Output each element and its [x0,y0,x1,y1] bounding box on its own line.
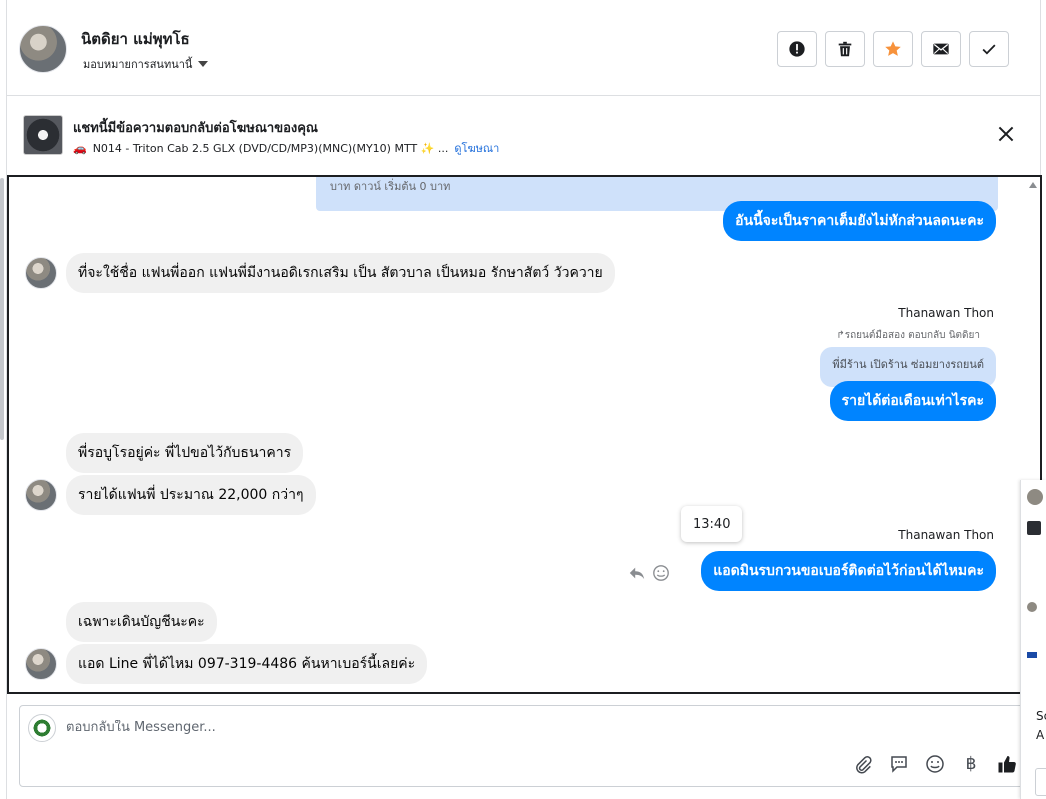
timestamp-tooltip: 13:40 [681,506,743,542]
payment-button[interactable]: ฿ [960,753,982,775]
side-panel-text: Sc [1036,709,1046,723]
ad-thumbnail[interactable] [23,115,63,155]
close-icon[interactable] [995,123,1017,145]
side-panel-avatar[interactable] [1027,489,1043,505]
contact-avatar-small [25,479,57,511]
envelope-icon [933,43,949,55]
mark-unread-button[interactable] [921,31,961,67]
car-icon: 🚗 [73,141,87,155]
right-divider [1040,0,1041,180]
thumbs-up-icon [998,756,1016,773]
baht-icon: ฿ [965,754,977,774]
conversation-thread[interactable]: บาท ดาวน์ เริ่มต้น 0 บาท อันนี้จะเป็นราค… [7,175,1042,694]
reply-input[interactable] [66,720,866,735]
incoming-message[interactable]: ที่จะใช้ชื่อ แฟนพี่ออก แฟนพี่มีงานอดิเรก… [66,253,615,293]
report-button[interactable] [777,31,817,67]
reply-arrow-icon: ↱ [836,330,845,341]
attach-button[interactable] [852,753,874,775]
ad-banner-title: แชทนี้มีข้อความตอบกลับต่อโฆษณาของคุณ [73,121,318,136]
conversation-header: นิตดิยา แม่พุทโธ มอบหมายการสนทนานี้ [7,0,1040,96]
emoji-icon [926,755,944,773]
contact-avatar[interactable] [19,25,67,73]
incoming-message[interactable]: แอด Line พี่ได้ไหม 097-319-4486 ค้นหาเบอ… [66,644,428,684]
assign-conversation-dropdown[interactable]: มอบหมายการสนทนานี้ [83,55,209,73]
trash-icon [838,41,852,57]
like-button[interactable] [996,753,1018,775]
reply-meta-text: รถยนต์มือสอง ตอบกลับ นิตดิยา [844,330,980,341]
mark-done-button[interactable] [969,31,1009,67]
ad-reply-banner: แชทนี้มีข้อความตอบกลับต่อโฆษณาของคุณ 🚗 N… [7,97,1040,173]
emoji-button[interactable] [924,753,946,775]
view-ad-link[interactable]: ดูโฆษณา [454,139,499,157]
sender-name: Thanawan Thon [898,528,994,542]
reply-composer: ฿ [19,705,1029,787]
saved-reply-icon [891,756,907,773]
side-panel-thumbnail[interactable] [1027,521,1041,535]
left-scrollbar[interactable] [0,178,4,440]
alert-icon [789,41,805,57]
side-panel-text: A [1036,728,1045,742]
star-button[interactable] [873,31,913,67]
outgoing-message[interactable]: แอดมินรบกวนขอเบอร์ติดต่อไว้ก่อนได้ไหมคะ [701,551,996,591]
delete-button[interactable] [825,31,865,67]
scroll-up-arrow-icon[interactable] [1029,182,1037,188]
contact-name[interactable]: นิตดิยา แม่พุทโธ [81,27,190,51]
paperclip-icon [856,756,872,774]
header-actions [777,31,1009,67]
incoming-message[interactable]: รายได้แฟนพี่ ประมาณ 22,000 กว่าๆ [66,475,316,515]
check-icon [982,44,996,55]
ad-banner-subtitle-row: 🚗 N014 - Triton Cab 2.5 GLX (DVD/CD/MP3)… [73,139,499,157]
ad-banner-subtitle: N014 - Triton Cab 2.5 GLX (DVD/CD/MP3)(M… [92,141,449,155]
sender-name: Thanawan Thon [898,306,994,320]
incoming-message[interactable]: พี่รอบูโรอยู่ค่ะ พี่ไปขอไว้กับธนาคาร [66,433,304,473]
assign-label: มอบหมายการสนทนานี้ [83,58,193,71]
side-panel-avatar-small[interactable] [1027,602,1037,612]
side-panel-indicator [1027,652,1037,658]
message-hover-tools [628,564,670,582]
outgoing-message[interactable]: อันนี้จะเป็นราคาเต็มยังไม่หักส่วนลดนะคะ [723,201,996,241]
side-panel-partial: Sc A [1020,480,1046,799]
incoming-message[interactable]: เฉพาะเดินบัญชีนะคะ [66,602,217,642]
outgoing-message[interactable]: รายได้ต่อเดือนเท่าไรคะ [829,381,996,421]
contact-avatar-small [25,257,57,289]
caret-down-icon [198,61,209,67]
page-avatar [28,714,56,742]
inbox-page: นิตดิยา แม่พุทโธ มอบหมายการสนทนานี้ แชทน… [0,0,1046,799]
contact-avatar-small [25,648,57,680]
star-icon [885,41,901,56]
saved-replies-button[interactable] [888,753,910,775]
reply-meta: ↱รถยนต์มือสอง ตอบกลับ นิตดิยา [836,328,980,343]
composer-toolbar: ฿ [852,753,1018,775]
side-panel-box[interactable] [1035,768,1046,796]
react-emoji-icon[interactable] [652,564,670,582]
reply-icon[interactable] [628,564,646,582]
